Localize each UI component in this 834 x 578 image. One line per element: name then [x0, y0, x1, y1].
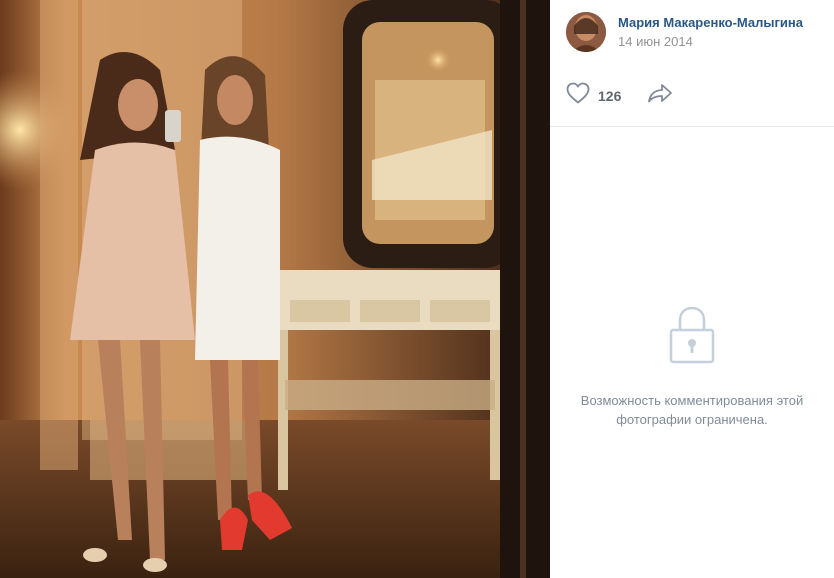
- avatar-image: [566, 12, 606, 52]
- photo-viewer[interactable]: [0, 0, 550, 578]
- like-button[interactable]: 126: [566, 82, 621, 109]
- divider: [550, 126, 834, 127]
- comments-restricted-block: Возможность комментирования этой фотогра…: [550, 306, 834, 429]
- heart-outline-icon: [566, 82, 590, 109]
- photo-image: [0, 0, 550, 578]
- like-count: 126: [598, 87, 622, 104]
- comments-restricted-message: Возможность комментирования этой фотогра…: [580, 393, 804, 427]
- post-actions: 126: [566, 82, 673, 109]
- lock-icon: [669, 306, 715, 369]
- author-name-link[interactable]: Мария Макаренко-Малыгина: [618, 14, 803, 31]
- author-text: Мария Макаренко-Малыгина 14 июн 2014: [618, 14, 803, 50]
- author-avatar[interactable]: [566, 12, 606, 52]
- share-arrow-icon: [647, 83, 673, 108]
- author-block: Мария Макаренко-Малыгина 14 июн 2014: [566, 12, 803, 52]
- side-panel: Мария Макаренко-Малыгина 14 июн 2014 126: [550, 0, 834, 578]
- share-button[interactable]: [647, 83, 673, 108]
- post-date[interactable]: 14 июн 2014: [618, 33, 803, 50]
